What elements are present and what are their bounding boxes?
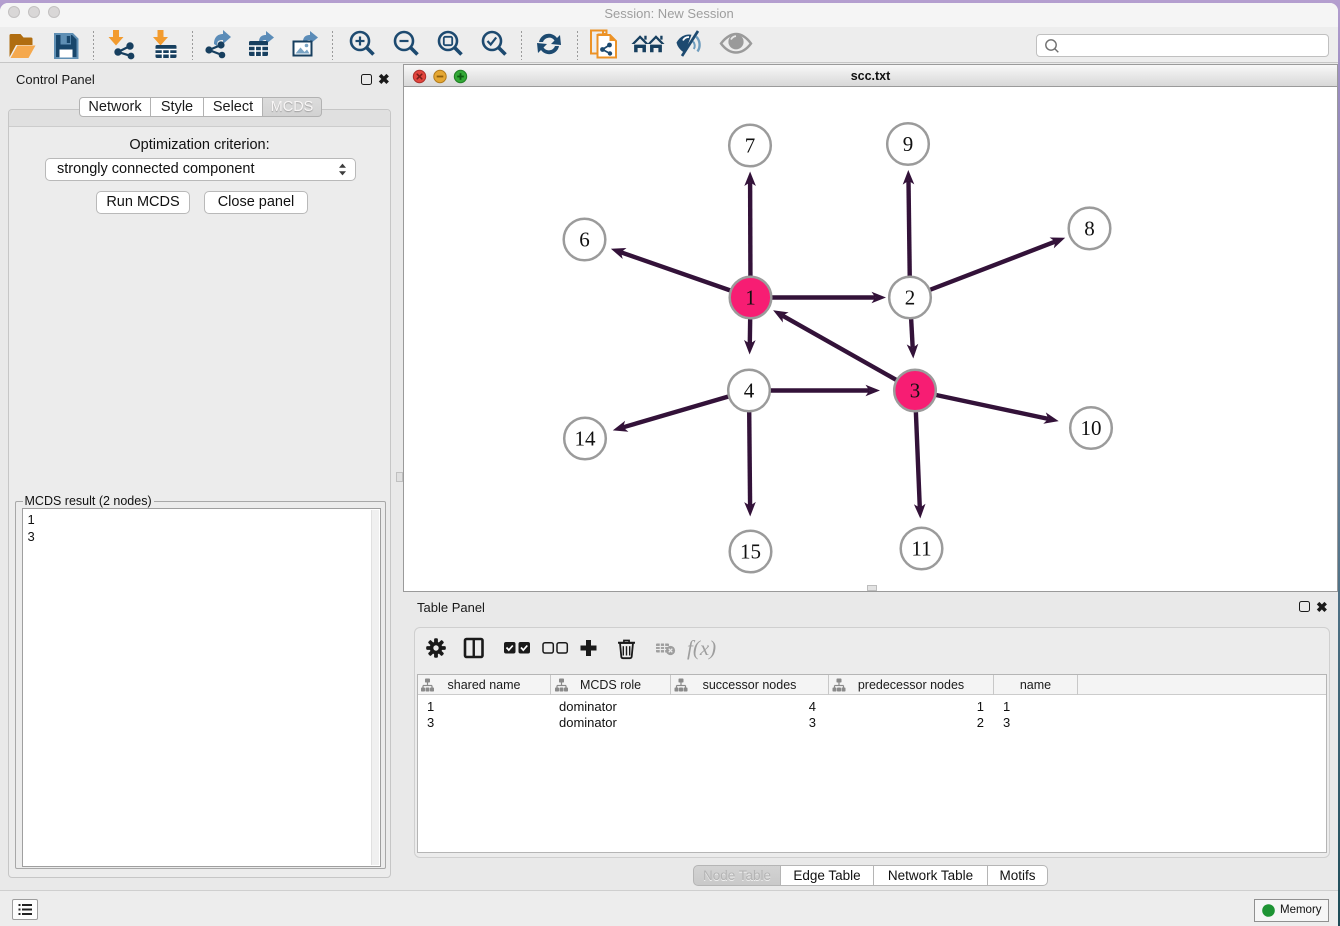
svg-text:7: 7 <box>745 134 756 158</box>
svg-text:4: 4 <box>744 379 755 403</box>
svg-text:11: 11 <box>911 537 931 561</box>
svg-text:14: 14 <box>575 427 597 451</box>
svg-text:15: 15 <box>740 540 761 564</box>
svg-text:10: 10 <box>1081 416 1102 440</box>
svg-text:9: 9 <box>903 132 914 156</box>
svg-text:f(x): f(x) <box>687 636 716 660</box>
svg-text:8: 8 <box>1084 216 1095 240</box>
svg-text:2: 2 <box>905 286 916 310</box>
svg-text:6: 6 <box>579 228 590 252</box>
svg-text:1: 1 <box>745 286 756 310</box>
svg-text:3: 3 <box>910 379 921 403</box>
